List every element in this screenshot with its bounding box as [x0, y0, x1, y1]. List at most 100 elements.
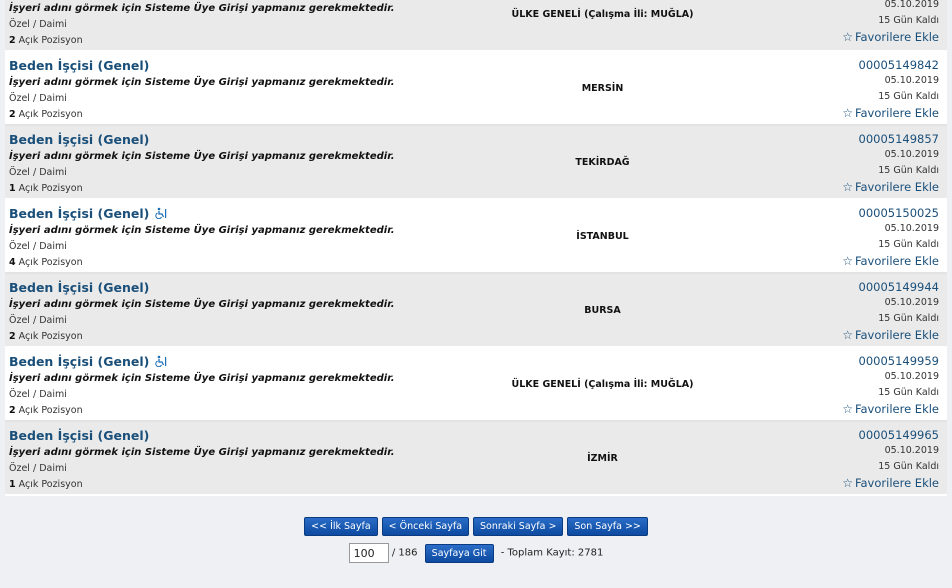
favorite-label: Favorilere Ekle [854, 402, 939, 416]
add-favorite-link[interactable]: ☆ Favorilere Ekle [789, 179, 939, 195]
job-title-text: Beden İşçisi (Genel) [9, 280, 150, 295]
star-icon: ☆ [842, 30, 853, 44]
star-icon: ☆ [842, 476, 853, 490]
job-row: Beden İşçisi (Genel) İşyeri adını görmek… [5, 126, 947, 200]
job-date: 05.10.2019 [884, 445, 939, 456]
job-location: ÜLKE GENELİ (Çalışma İli: MUĞLA) [511, 9, 694, 20]
go-to-page-button[interactable]: Sayfaya Git [424, 543, 494, 563]
job-title-link[interactable]: Beden İşçisi (Genel) [9, 280, 149, 295]
job-type: Özel / Daimi [9, 463, 67, 474]
previous-page-button[interactable]: < Önceki Sayfa [381, 517, 470, 536]
job-code-link[interactable]: 00005149959 [789, 353, 939, 369]
favorite-label: Favorilere Ekle [854, 30, 939, 44]
job-title-link[interactable]: Beden İşçisi (Genel) [9, 354, 167, 369]
open-positions: 2 Açık Pozisyon [9, 405, 83, 416]
job-code-link[interactable]: 00005149965 [789, 427, 939, 443]
add-favorite-link[interactable]: ☆ Favorilere Ekle [789, 105, 939, 121]
job-title-link[interactable]: Beden İşçisi (Genel) [9, 132, 149, 147]
job-meta: 00005149842 05.10.2019 15 Gün Kaldı ☆ Fav… [789, 57, 939, 121]
open-positions: 4 Açık Pozisyon [9, 257, 83, 268]
job-title-link[interactable]: Beden İşçisi (Genel) [9, 206, 167, 221]
job-type: Özel / Daimi [9, 241, 67, 252]
positions-count: 2 [9, 35, 16, 46]
job-location: BURSA [584, 305, 621, 316]
job-type: Özel / Daimi [9, 167, 67, 178]
total-records: - Toplam Kayıt: 2781 [500, 547, 604, 559]
job-row: Beden İşçisi (Genel) İşyeri adını görmek… [5, 422, 947, 496]
job-title-text: Beden İşçisi (Genel) [9, 354, 150, 369]
open-positions: 2 Açık Pozisyon [9, 109, 83, 120]
last-page-button[interactable]: Son Sayfa >> [567, 517, 648, 536]
favorite-label: Favorilere Ekle [854, 476, 939, 490]
employer-note: İşyeri adını görmek için Sisteme Üye Gir… [9, 77, 395, 88]
job-location: MERSİN [581, 83, 624, 94]
star-icon: ☆ [842, 402, 853, 416]
add-favorite-link[interactable]: ☆ Favorilere Ekle [789, 253, 939, 269]
positions-label: Açık Pozisyon [18, 405, 83, 416]
job-type: Özel / Daimi [9, 315, 67, 326]
job-type: Özel / Daimi [9, 19, 67, 30]
positions-count: 2 [9, 109, 16, 120]
positions-count: 1 [9, 479, 16, 490]
days-left: 15 Gün Kaldı [878, 165, 939, 176]
positions-label: Açık Pozisyon [18, 331, 83, 342]
disabled-accessible-icon [155, 207, 167, 219]
first-page-button[interactable]: << İlk Sayfa [304, 517, 378, 536]
days-left: 15 Gün Kaldı [878, 239, 939, 250]
days-left: 15 Gün Kaldı [878, 313, 939, 324]
job-location: TEKİRDAĞ [575, 157, 630, 168]
job-title-text: Beden İşçisi (Genel) [9, 58, 150, 73]
add-favorite-link[interactable]: ☆ Favorilere Ekle [789, 29, 939, 45]
job-row: Beden İşçisi (Genel) İşyeri adını görmek… [5, 348, 947, 422]
employer-note: İşyeri adını görmek için Sisteme Üye Gir… [9, 373, 395, 384]
open-positions: 2 Açık Pozisyon [9, 331, 83, 342]
page-number-input[interactable]: 100 [348, 543, 389, 563]
job-location: ÜLKE GENELİ (Çalışma İli: MUĞLA) [511, 379, 694, 390]
job-code-link[interactable]: 00005150025 [789, 205, 939, 221]
open-positions: 1 Açık Pozisyon [9, 479, 83, 490]
job-meta: 00005149965 05.10.2019 15 Gün Kaldı ☆ Fav… [789, 427, 939, 491]
job-date: 05.10.2019 [884, 0, 939, 10]
job-row: Beden İşçisi (Genel) İşyeri adını görmek… [5, 200, 947, 274]
job-row: Beden İşçisi (Genel) İşyeri adını görmek… [5, 52, 947, 126]
job-location: İSTANBUL [576, 231, 629, 242]
days-left: 15 Gün Kaldı [878, 461, 939, 472]
job-code-link[interactable]: 00005149944 [789, 279, 939, 295]
favorite-label: Favorilere Ekle [854, 180, 939, 194]
star-icon: ☆ [842, 328, 853, 342]
job-row: İşyeri adını görmek için Sisteme Üye Gir… [5, 0, 947, 52]
next-page-button[interactable]: Sonraki Sayfa > [473, 517, 564, 536]
job-location: İZMİR [587, 453, 618, 464]
job-list: İşyeri adını görmek için Sisteme Üye Gir… [5, 0, 947, 496]
job-meta: 00005149857 05.10.2019 15 Gün Kaldı ☆ Fav… [789, 131, 939, 195]
pagination: << İlk Sayfa < Önceki Sayfa Sonraki Sayf… [0, 517, 952, 536]
job-type: Özel / Daimi [9, 389, 67, 400]
job-title-link[interactable]: Beden İşçisi (Genel) [9, 428, 149, 443]
job-meta: 00005149944 05.10.2019 15 Gün Kaldı ☆ Fav… [789, 279, 939, 343]
job-meta: 05.10.2019 15 Gün Kaldı ☆ Favorilere Ekle [789, 0, 939, 45]
add-favorite-link[interactable]: ☆ Favorilere Ekle [789, 401, 939, 417]
add-favorite-link[interactable]: ☆ Favorilere Ekle [789, 475, 939, 491]
job-title-text: Beden İşçisi (Genel) [9, 428, 150, 443]
job-date: 05.10.2019 [884, 297, 939, 308]
job-row: Beden İşçisi (Genel) İşyeri adını görmek… [5, 274, 947, 348]
days-left: 15 Gün Kaldı [878, 91, 939, 102]
job-code-link[interactable]: 00005149842 [789, 57, 939, 73]
job-date: 05.10.2019 [884, 223, 939, 234]
job-date: 05.10.2019 [884, 75, 939, 86]
employer-note: İşyeri adını görmek için Sisteme Üye Gir… [9, 225, 395, 236]
days-left: 15 Gün Kaldı [878, 387, 939, 398]
employer-note: İşyeri adını görmek için Sisteme Üye Gir… [9, 3, 395, 14]
total-pages: / 186 [391, 547, 418, 559]
job-code-link[interactable]: 00005149857 [789, 131, 939, 147]
job-title-link[interactable]: Beden İşçisi (Genel) [9, 58, 149, 73]
favorite-label: Favorilere Ekle [854, 254, 939, 268]
positions-count: 2 [9, 331, 16, 342]
add-favorite-link[interactable]: ☆ Favorilere Ekle [789, 327, 939, 343]
positions-label: Açık Pozisyon [18, 183, 83, 194]
positions-label: Açık Pozisyon [18, 35, 83, 46]
positions-count: 4 [9, 257, 16, 268]
open-positions: 1 Açık Pozisyon [9, 183, 83, 194]
star-icon: ☆ [842, 106, 853, 120]
positions-label: Açık Pozisyon [18, 109, 83, 120]
